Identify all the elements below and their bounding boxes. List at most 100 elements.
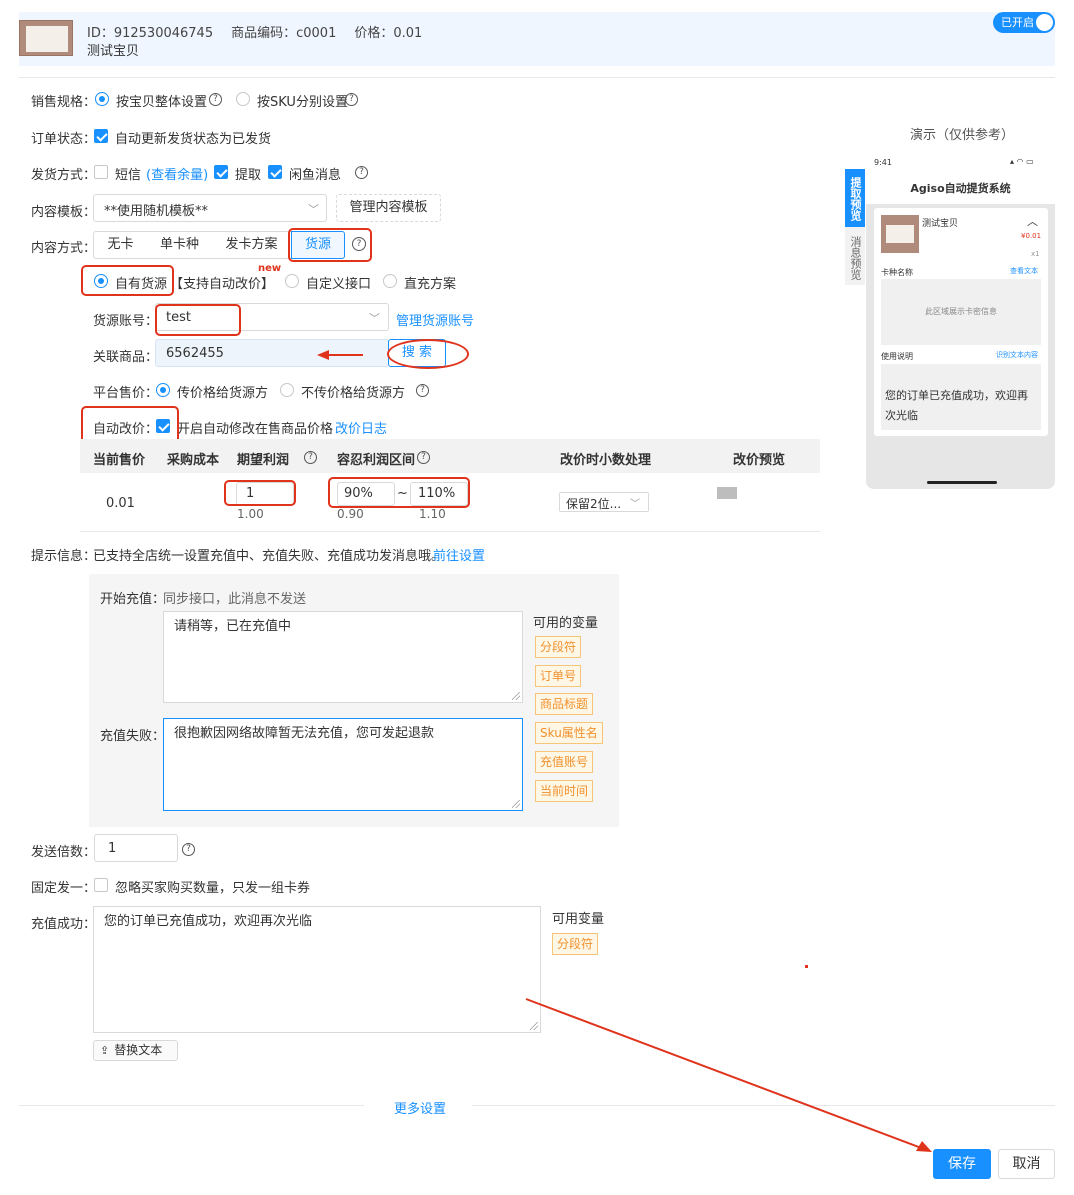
annotation-highlight <box>155 304 241 336</box>
product-id: ID：912530046745 <box>87 26 214 41</box>
direct-plan-radio[interactable] <box>383 274 397 288</box>
help-icon[interactable]: ? <box>417 451 430 464</box>
var-tag-order-no[interactable]: 订单号 <box>535 665 582 687</box>
annotation-arrow <box>525 998 932 1152</box>
more-settings-link[interactable]: 更多设置 <box>394 1098 446 1117</box>
tip-text: 已支持全店统一设置充值中、充值失败、充值成功发消息哦。 <box>93 549 445 564</box>
help-icon[interactable]: ? <box>209 93 222 106</box>
custom-api-radio[interactable] <box>285 274 299 288</box>
current-price-cell: 0.01 <box>106 496 135 511</box>
status-icons: ▴ ◠ ▭ <box>1010 157 1034 166</box>
var-tag-product-title[interactable]: 商品标题 <box>535 693 594 715</box>
ship-method-label: 发货方式： <box>31 168 97 183</box>
help-icon[interactable]: ? <box>304 451 317 464</box>
save-label: 保存 <box>948 1156 976 1172</box>
platform-price-label: 平台售价： <box>93 386 159 401</box>
var-tag-recharge-account[interactable]: 充值账号 <box>535 751 594 773</box>
copy-text-link[interactable]: 识别文本内容 <box>996 350 1038 360</box>
card-info-area: 此区域展示卡密信息 <box>881 279 1041 345</box>
sms-checkbox[interactable] <box>94 165 108 179</box>
tab-no-card[interactable]: 无卡 <box>93 231 148 259</box>
app-title: Agiso自动提货系统 <box>910 182 1011 195</box>
tab-label: 单卡种 <box>159 237 199 252</box>
success-text: 您的订单已充值成功，欢迎再次光临 <box>104 914 313 929</box>
tab-single-card[interactable]: 单卡种 <box>147 231 213 259</box>
usage-label: 使用说明 <box>881 352 913 361</box>
price-preview-swatch <box>717 487 737 499</box>
sale-spec-sku-label: 按SKU分别设置 <box>257 95 348 110</box>
enable-toggle[interactable]: 已开启 <box>993 12 1055 33</box>
var-tag-sku-name[interactable]: Sku属性名 <box>535 722 603 744</box>
pickup-checkbox[interactable] <box>214 165 228 179</box>
start-recharge-text: 请稍等，已在充值中 <box>174 619 292 634</box>
start-recharge-label: 开始充值： <box>100 592 166 607</box>
xianyu-checkbox[interactable] <box>268 165 282 179</box>
pass-price-label: 传价格给货源方 <box>177 386 269 401</box>
var-tag-current-time[interactable]: 当前时间 <box>535 780 594 802</box>
vars-title: 可用的变量 <box>533 616 599 631</box>
var-tag-segment[interactable]: 分段符 <box>552 933 599 955</box>
tab-message-preview[interactable]: 消息预览 <box>845 227 865 285</box>
product-name: 测试宝贝 <box>87 44 140 59</box>
manage-template-button[interactable]: 管理内容模板 <box>336 194 441 222</box>
preview-qty: x1 <box>1031 250 1040 258</box>
view-text-link[interactable]: 查看文本 <box>1010 266 1038 276</box>
cancel-button[interactable]: 取消 <box>998 1149 1055 1179</box>
sale-spec-whole-radio[interactable] <box>95 92 109 106</box>
product-meta: ID：912530046745 商品编码：c0001 价格：0.01 <box>87 22 440 41</box>
help-icon[interactable]: ? <box>182 843 195 856</box>
help-icon[interactable]: ? <box>355 166 368 179</box>
sale-spec-sku-radio[interactable] <box>236 92 250 106</box>
multiplier-label: 发送倍数： <box>31 845 97 860</box>
chevron-up-icon[interactable]: ︿ <box>1027 213 1038 229</box>
success-textarea[interactable]: 您的订单已充值成功，欢迎再次光临 <box>93 906 541 1033</box>
recharge-fail-textarea[interactable]: 很抱歉因网络故障暂无法充值，您可发起退款 <box>163 718 523 811</box>
fixed-one-checkbox[interactable] <box>94 878 108 892</box>
resize-handle-icon[interactable] <box>512 692 520 700</box>
divider <box>19 77 1055 78</box>
price-log-link[interactable]: 改价日志 <box>335 418 387 437</box>
replace-text-button[interactable]: ⇪ 替换文本 <box>93 1040 178 1061</box>
no-pass-price-radio[interactable] <box>280 383 294 397</box>
resize-handle-icon[interactable] <box>512 800 520 808</box>
view-balance-link[interactable]: (查看余量) <box>146 164 208 183</box>
source-account-label: 货源账号： <box>93 314 159 329</box>
linked-product-label: 关联商品： <box>93 350 159 365</box>
annotation-dot <box>805 965 808 968</box>
col-cost: 采购成本 <box>167 453 220 468</box>
chevron-down-icon: ﹀ <box>308 203 319 216</box>
new-badge: new <box>258 263 282 274</box>
help-icon[interactable]: ? <box>345 93 358 106</box>
tab-label: 无卡 <box>107 237 134 252</box>
preview-product-name: 测试宝贝 <box>922 219 959 229</box>
toggle-label: 已开启 <box>1001 16 1034 29</box>
sale-spec-label: 销售规格： <box>31 95 97 110</box>
xianyu-label: 闲鱼消息 <box>289 168 342 183</box>
save-button[interactable]: 保存 <box>933 1149 991 1179</box>
cancel-label: 取消 <box>1012 1156 1041 1172</box>
range-min-sub: 0.90 <box>337 507 364 521</box>
pass-price-radio[interactable] <box>156 383 170 397</box>
recharge-fail-text: 很抱歉因网络故障暂无法充值，您可发起退款 <box>174 726 435 741</box>
tab-card-plan[interactable]: 发卡方案 <box>212 231 292 259</box>
col-expected-profit: 期望利润 <box>237 453 290 468</box>
fixed-one-label: 固定发一： <box>31 881 97 896</box>
start-recharge-textarea[interactable]: 请稍等，已在充值中 <box>163 611 523 703</box>
order-status-label: 订单状态： <box>31 132 97 147</box>
tip-label: 提示信息： <box>31 549 97 564</box>
divider <box>19 1105 364 1106</box>
manage-source-account-link[interactable]: 管理货源账号 <box>396 310 474 329</box>
product-thumbnail <box>19 20 73 56</box>
help-icon[interactable]: ? <box>416 384 429 397</box>
multiplier-value: 1 <box>108 841 117 856</box>
home-indicator <box>927 481 997 484</box>
table-bottom-border <box>80 531 820 532</box>
tab-label: 发卡方案 <box>225 237 278 252</box>
preview-title: 演示（仅供参考） <box>910 128 1015 143</box>
var-tag-segment[interactable]: 分段符 <box>535 636 582 658</box>
order-status-checkbox[interactable] <box>94 129 108 143</box>
go-settings-link[interactable]: 前往设置 <box>433 545 485 564</box>
multiplier-input[interactable] <box>94 834 178 862</box>
tab-extract-preview[interactable]: 提取预览 <box>845 169 865 227</box>
status-time: 9:41 <box>874 158 892 167</box>
